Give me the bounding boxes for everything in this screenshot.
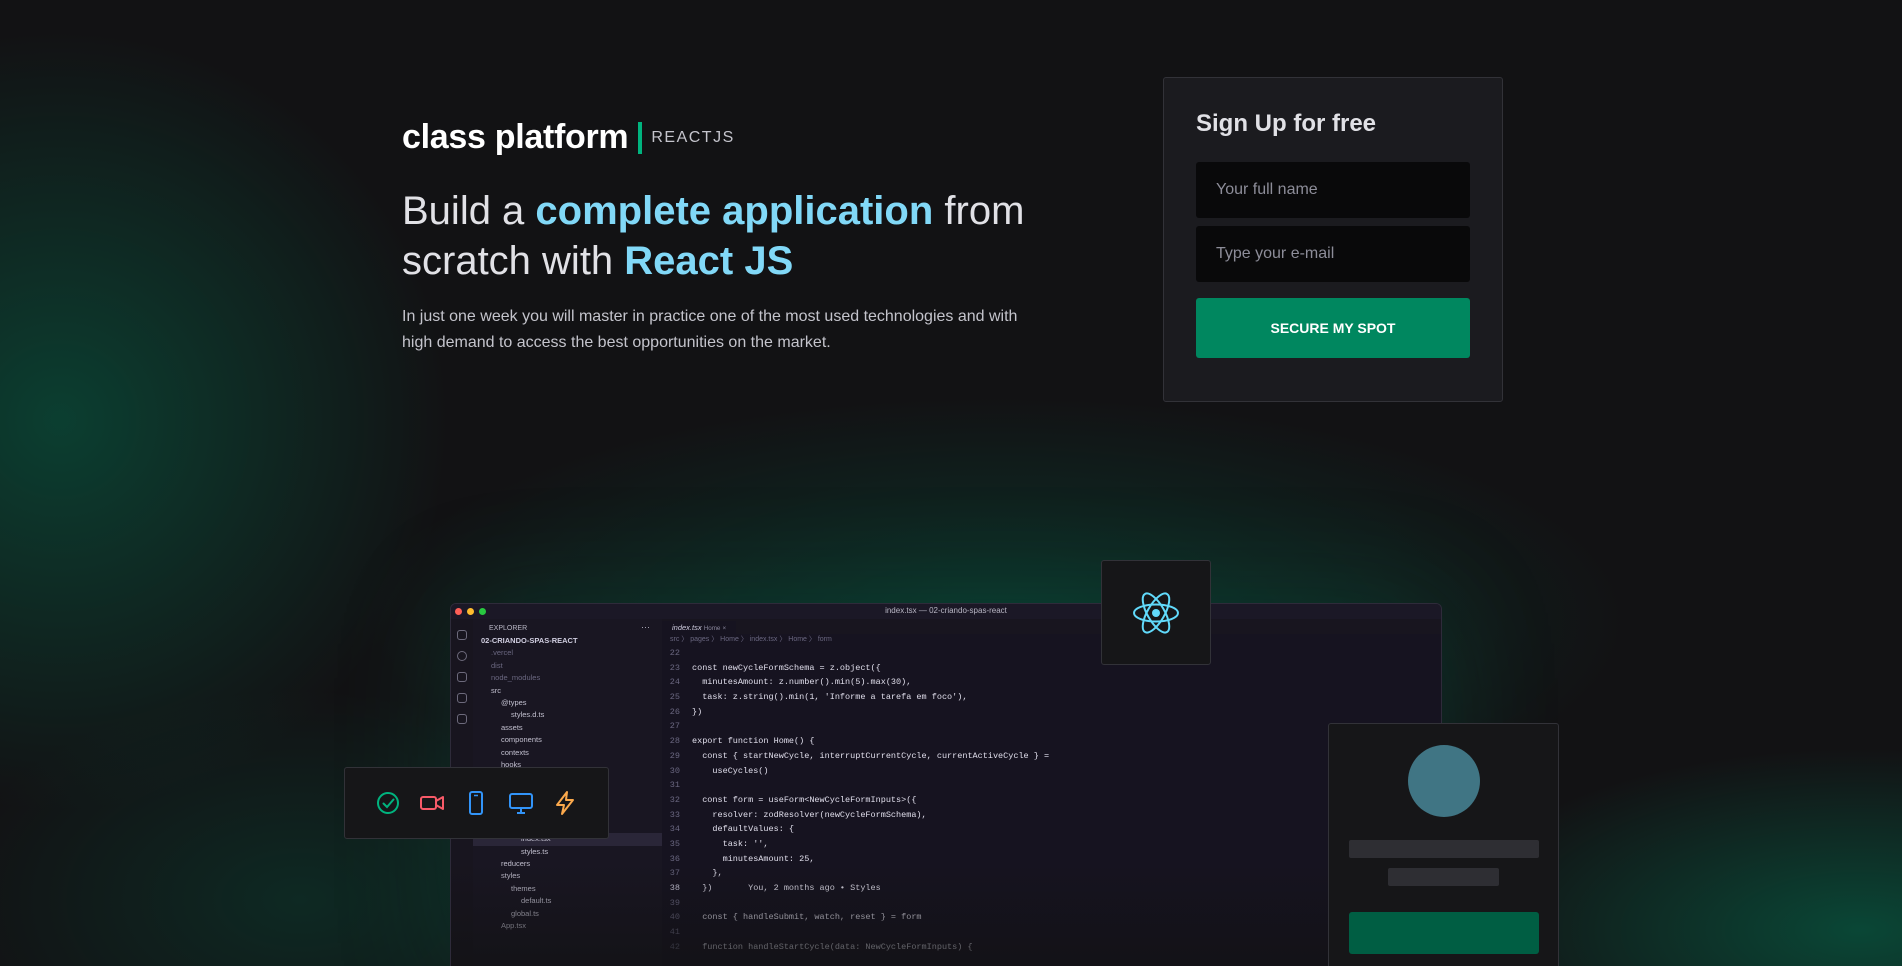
file-tree-item: .vercel bbox=[491, 648, 514, 658]
line-number: 23 bbox=[669, 662, 680, 673]
subtitle-placeholder bbox=[1388, 868, 1499, 886]
editor-window-title: index.tsx — 02-criando-spas-react bbox=[885, 606, 1007, 615]
debug-icon bbox=[457, 693, 467, 703]
code-text: }) bbox=[692, 706, 703, 717]
signup-title: Sign Up for free bbox=[1196, 110, 1377, 137]
file-tree-item: assets bbox=[501, 722, 523, 732]
headline-highlight-2: React JS bbox=[624, 239, 794, 283]
line-number: 30 bbox=[669, 765, 680, 776]
editor-titlebar: index.tsx — 02-criando-spas-react bbox=[451, 604, 1441, 619]
profile-card bbox=[1328, 723, 1559, 966]
search-icon bbox=[457, 651, 467, 661]
code-line: 23 const newCycleFormSchema = z.object({ bbox=[662, 661, 1441, 676]
tab-context: Home bbox=[703, 625, 721, 632]
editor-breadcrumb: src 〉 pages 〉 Home 〉 index.tsx 〉 Home 〉 … bbox=[670, 636, 832, 643]
extensions-icon bbox=[457, 714, 467, 724]
line-number: 24 bbox=[669, 677, 680, 688]
line-number: 32 bbox=[669, 794, 680, 805]
headline-highlight-1: complete application bbox=[535, 189, 934, 233]
hero-lead: In just one week you will master in prac… bbox=[402, 308, 1018, 351]
source-control-icon bbox=[457, 672, 467, 682]
file-tree-item: dist bbox=[491, 660, 503, 670]
code-line: 27 bbox=[662, 719, 1441, 734]
monitor-icon bbox=[508, 793, 533, 814]
code-line: 32 const form = useForm<NewCycleFormInpu… bbox=[662, 793, 1441, 808]
code-line: 25 task: z.string().min(1, 'Informe a ta… bbox=[662, 690, 1441, 705]
line-number: 28 bbox=[669, 736, 680, 747]
code-text: minutesAmount: z.number().min(5).max(30)… bbox=[692, 677, 912, 688]
device-mobile-icon bbox=[469, 791, 484, 815]
brand-divider bbox=[638, 121, 643, 154]
file-tree-item: styles.ts bbox=[521, 846, 549, 856]
code-line: 30 useCycles() bbox=[662, 764, 1441, 779]
code-text: useCycles() bbox=[692, 765, 769, 776]
code-line: 33 resolver: zodResolver(newCycleFormSch… bbox=[662, 808, 1441, 823]
code-text: export function Home() { bbox=[692, 736, 815, 747]
brand-logo: class platform REACTJS bbox=[402, 118, 735, 157]
line-number: 29 bbox=[669, 750, 680, 761]
editor-fade-overlay bbox=[451, 862, 1441, 966]
tab-index-tsx: index.tsx Home × bbox=[662, 621, 737, 634]
code-line: 29 const { startNewCycle, interruptCurre… bbox=[662, 749, 1441, 764]
hero-headline: Build a complete application from scratc… bbox=[402, 186, 1042, 286]
code-text: const form = useForm<NewCycleFormInputs>… bbox=[692, 794, 917, 805]
file-tree-item: @types bbox=[501, 697, 527, 707]
code-text: task: '', bbox=[692, 838, 769, 849]
code-line: 22 bbox=[662, 646, 1441, 661]
code-line: 26}) bbox=[662, 705, 1441, 720]
code-line: 28 export function Home() { bbox=[662, 734, 1441, 749]
file-tree-item: 02-CRIANDO-SPAS-REACT bbox=[481, 636, 578, 645]
file-tree-item: node_modules bbox=[491, 673, 541, 683]
line-number: 35 bbox=[669, 838, 680, 849]
tab-file-name: index.tsx bbox=[672, 623, 702, 632]
brand-name: class platform bbox=[402, 118, 629, 156]
line-number: 31 bbox=[669, 780, 680, 791]
full-name-input[interactable] bbox=[1196, 162, 1470, 218]
code-text: resolver: zodResolver(newCycleFormSchema… bbox=[692, 809, 927, 820]
brand-tag: REACTJS bbox=[651, 128, 735, 146]
signup-card: Sign Up for free SECURE MY SPOT bbox=[1163, 77, 1503, 402]
code-line: 34 defaultValues: { bbox=[662, 822, 1441, 837]
react-logo-icon bbox=[1133, 591, 1179, 634]
line-number: 22 bbox=[669, 648, 680, 658]
email-input[interactable] bbox=[1196, 226, 1470, 282]
editor-tabs: index.tsx Home × bbox=[662, 619, 1441, 634]
lightning-icon bbox=[555, 791, 574, 815]
card-button-placeholder bbox=[1349, 912, 1539, 954]
avatar bbox=[1408, 745, 1480, 817]
code-line: 31 bbox=[662, 778, 1441, 793]
explorer-header: EXPLORER ··· bbox=[473, 619, 662, 635]
video-camera-icon bbox=[420, 796, 445, 810]
line-number: 25 bbox=[669, 692, 680, 703]
file-tree-item: components bbox=[501, 735, 542, 745]
code-text: defaultValues: { bbox=[692, 824, 795, 835]
files-icon bbox=[457, 630, 467, 640]
line-number: 34 bbox=[669, 824, 680, 835]
react-logo-tile bbox=[1101, 560, 1211, 665]
code-line: 24 minutesAmount: z.number().min(5).max(… bbox=[662, 675, 1441, 690]
line-number: 27 bbox=[669, 721, 680, 732]
code-line: 35 task: '', bbox=[662, 837, 1441, 852]
more-icon: ··· bbox=[641, 622, 650, 632]
check-circle-icon bbox=[377, 792, 400, 814]
code-text: task: z.string().min(1, 'Informe a taref… bbox=[692, 692, 968, 703]
explorer-label: EXPLORER bbox=[489, 625, 528, 632]
file-tree-item: src bbox=[491, 685, 501, 695]
file-tree-item: styles.d.ts bbox=[511, 710, 545, 720]
headline-text-1: Build a bbox=[402, 189, 536, 233]
icons-bar bbox=[344, 767, 609, 839]
line-number: 33 bbox=[669, 809, 680, 820]
code-text: const newCycleFormSchema = z.object({ bbox=[692, 662, 881, 673]
name-placeholder bbox=[1349, 840, 1539, 858]
code-text: const { startNewCycle, interruptCurrentC… bbox=[692, 750, 1050, 761]
tab-close-icon: × bbox=[722, 625, 727, 632]
file-tree-item: contexts bbox=[501, 747, 529, 757]
secure-spot-button[interactable]: SECURE MY SPOT bbox=[1196, 298, 1470, 358]
line-number: 26 bbox=[669, 706, 680, 717]
